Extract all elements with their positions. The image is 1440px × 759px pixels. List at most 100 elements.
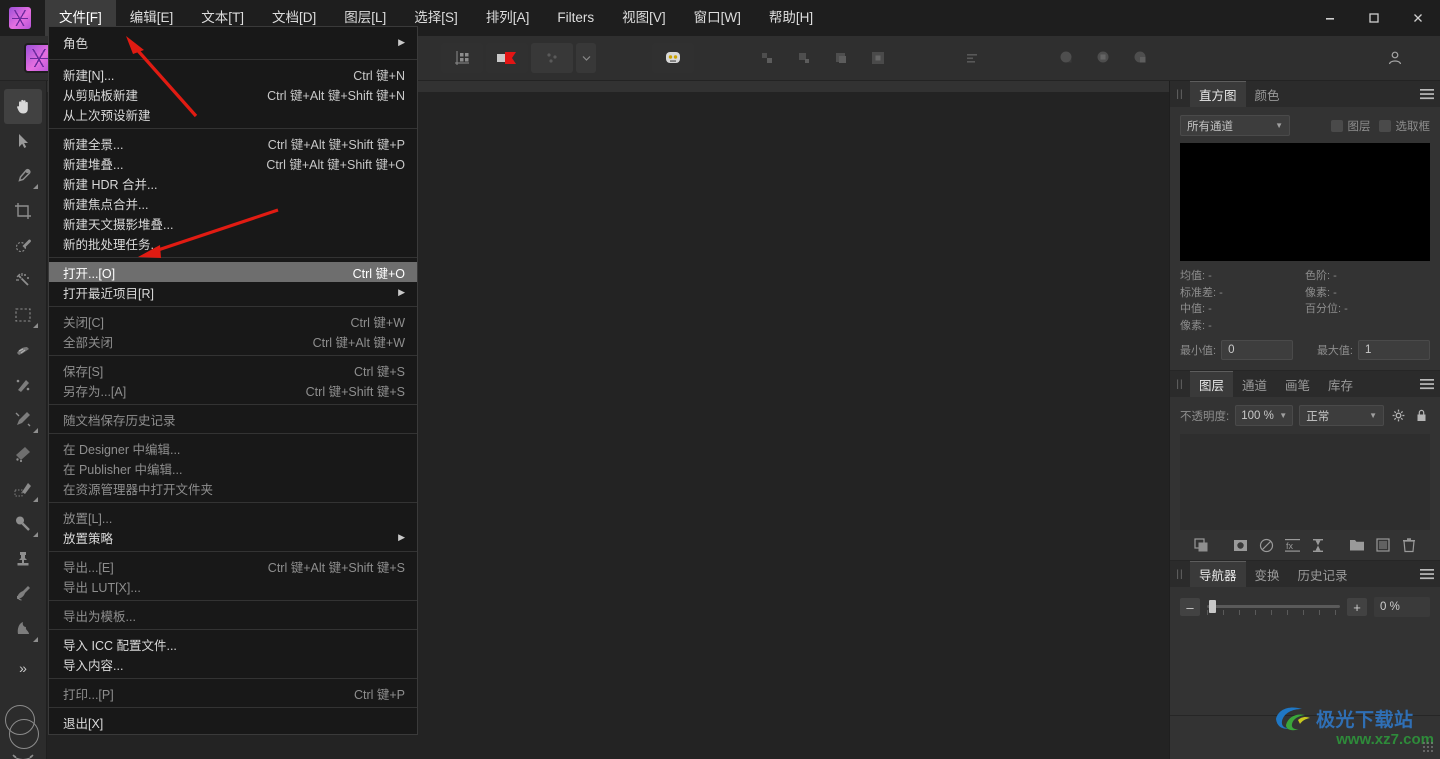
tab-channels[interactable]: 通道 [1233,371,1276,397]
max-value-field[interactable]: 1 [1358,340,1430,360]
inpainting-brush-tool-icon[interactable] [4,402,42,437]
marquee-tool-icon[interactable] [4,298,42,333]
menu-item[interactable]: 在 Designer 中编辑... [49,438,417,458]
magic-wand-tool-icon[interactable] [4,263,42,298]
duplicate-layer-icon[interactable] [1188,538,1214,553]
menu-item[interactable]: 导出为模板... [49,605,417,625]
adjustment-layer-icon[interactable] [1253,538,1279,553]
align-shape-c-icon[interactable] [824,43,858,73]
hand-tool-icon[interactable] [4,89,42,124]
text-align-icon[interactable] [951,43,993,73]
grid-snapping-icon[interactable] [441,43,483,73]
menu-8[interactable]: 视图[V] [608,0,680,36]
minimize-button[interactable] [1308,0,1352,36]
panel-menu-icon[interactable] [1414,81,1440,107]
menu-10[interactable]: 帮助[H] [755,0,827,36]
gear-icon[interactable] [1390,409,1407,422]
dodge-burn-tool-icon[interactable] [4,437,42,472]
menu-item[interactable]: 新建全景...Ctrl 键+Alt 键+Shift 键+P [49,133,417,153]
user-account-icon[interactable] [1374,43,1416,73]
paint-brush-tool-icon[interactable] [4,576,42,611]
zoom-value-field[interactable]: 0 % [1374,597,1430,617]
assistant-robot-icon[interactable] [652,43,694,73]
layer-effects-icon[interactable] [1305,538,1331,553]
checkbox-layer-box[interactable] [1331,120,1343,132]
boolean-divide-icon[interactable] [1123,43,1157,73]
panel-drag-grip[interactable]: || [1170,561,1190,587]
opacity-value-field[interactable]: 100 % ▼ [1235,405,1293,426]
clone-stamp-tool-icon[interactable] [4,541,42,576]
menu-item[interactable]: 新的批处理任务... [49,233,417,253]
delete-layer-icon[interactable] [1396,538,1422,553]
menu-item[interactable]: 全部关闭Ctrl 键+Alt 键+W [49,331,417,351]
blur-tool-icon[interactable] [4,506,42,541]
tab-layers[interactable]: 图层 [1190,371,1233,397]
menu-item[interactable]: 退出[X] [49,712,417,732]
selection-brush-tool-icon[interactable] [4,228,42,263]
checkbox-marquee[interactable]: 选取框 [1379,118,1431,134]
blemish-remover-tool-icon[interactable] [4,367,42,402]
checkbox-marquee-box[interactable] [1379,120,1391,132]
menu-7[interactable]: Filters [543,0,608,36]
panel-menu-icon[interactable] [1414,371,1440,397]
channel-select[interactable]: 所有通道 ▼ [1180,115,1290,136]
new-group-icon[interactable] [1344,538,1370,552]
tab-transform[interactable]: 变换 [1246,561,1289,587]
zoom-slider[interactable] [1207,598,1340,616]
red-flag-color-icon[interactable] [486,43,528,73]
menu-item[interactable]: 随文档保存历史记录 [49,409,417,429]
menu-item[interactable]: 打印...[P]Ctrl 键+P [49,683,417,703]
tab-navigator[interactable]: 导航器 [1190,561,1246,587]
move-arrow-tool-icon[interactable] [4,124,42,159]
menu-item[interactable]: 另存为...[A]Ctrl 键+Shift 键+S [49,380,417,400]
snapping-dropdown-caret-icon[interactable] [576,43,596,73]
close-button[interactable] [1396,0,1440,36]
menu-item[interactable]: 新建 HDR 合并... [49,173,417,193]
color-picker-tool-icon[interactable] [4,159,42,194]
retouch-tool-icon[interactable] [4,332,42,367]
erase-brush-tool-icon[interactable] [4,472,42,507]
menu-item[interactable]: 新建焦点合并... [49,193,417,213]
tab-history[interactable]: 历史记录 [1289,561,1357,587]
align-shape-b-icon[interactable] [787,43,821,73]
tab-stock[interactable]: 库存 [1319,371,1362,397]
panel-menu-icon[interactable] [1414,561,1440,587]
align-shape-a-icon[interactable] [750,43,784,73]
crop-tool-icon[interactable] [4,193,42,228]
zoom-out-button[interactable]: – [1180,598,1200,616]
swap-colors-icon[interactable] [12,749,34,759]
boolean-intersect-icon[interactable] [1086,43,1120,73]
min-value-field[interactable]: 0 [1221,340,1293,360]
menu-item[interactable]: 从上次预设新建 [49,104,417,124]
menu-item[interactable]: 角色▶ [49,29,417,55]
menu-item[interactable]: 在 Publisher 中编辑... [49,458,417,478]
menu-item[interactable]: 放置策略▶ [49,527,417,547]
menu-item[interactable]: 关闭[C]Ctrl 键+W [49,311,417,331]
mask-layer-icon[interactable] [1227,538,1253,553]
tab-color[interactable]: 颜色 [1246,81,1289,107]
menu-item[interactable]: 保存[S]Ctrl 键+S [49,360,417,380]
checkbox-layer[interactable]: 图层 [1331,118,1371,134]
zoom-slider-knob[interactable] [1209,600,1216,613]
tab-brushes[interactable]: 画笔 [1276,371,1319,397]
live-filter-icon[interactable]: fx [1279,538,1305,553]
panel-drag-grip[interactable]: || [1170,81,1190,107]
menu-item[interactable]: 导入内容... [49,654,417,674]
smudge-tool-icon[interactable] [4,611,42,646]
nodes-icon[interactable] [531,43,573,73]
layers-list[interactable] [1180,434,1430,530]
zoom-in-button[interactable]: + [1347,598,1367,616]
maximize-button[interactable] [1352,0,1396,36]
menu-6[interactable]: 排列[A] [472,0,544,36]
menu-item[interactable]: 放置[L]... [49,507,417,527]
menu-item[interactable]: 在资源管理器中打开文件夹 [49,478,417,498]
lock-icon[interactable] [1413,409,1430,422]
menu-item[interactable]: 导出 LUT[X]... [49,576,417,596]
more-tools-button[interactable]: » [4,656,42,682]
menu-item[interactable]: 打开最近项目[R]▶ [49,282,417,302]
menu-item[interactable]: 从剪贴板新建Ctrl 键+Alt 键+Shift 键+N [49,84,417,104]
blend-mode-select[interactable]: 正常 ▼ [1299,405,1384,426]
align-shape-d-icon[interactable] [861,43,895,73]
menu-item[interactable]: 新建天文摄影堆叠... [49,213,417,233]
foreground-background-swatches[interactable] [1,703,45,759]
